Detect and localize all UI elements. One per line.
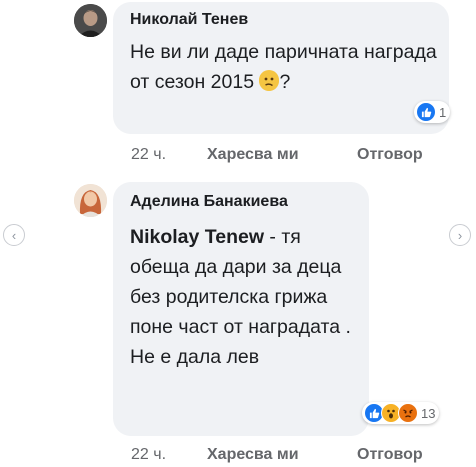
confused-face-icon [259,70,280,91]
mention-link[interactable]: Nikolay Tenew [130,226,264,248]
like-icon [416,102,436,122]
comment-author[interactable]: Аделина Банакиева [130,193,288,211]
comment-timestamp[interactable]: 22 ч. [131,446,166,464]
comment-text: Не ви ли даде паричната награда от сезон… [130,37,440,97]
comment-text-part: ? [279,71,291,93]
comment-author[interactable]: Николай Тенев [130,11,248,29]
like-button-label: Харесва ми [207,146,299,163]
next-image-button[interactable]: › [449,224,471,246]
comment-timestamp[interactable]: 22 ч. [131,146,166,164]
user-photo-icon [74,4,107,37]
reply-button[interactable]: Отговор [357,146,423,164]
user-photo-icon [74,184,107,217]
reply-button[interactable]: Отговор [357,446,423,464]
reply-button-label: Отговор [357,146,423,163]
avatar[interactable] [74,4,107,37]
reactions-count: 13 [421,405,436,421]
like-button[interactable]: Харесва ми [207,446,299,464]
reactions-summary[interactable]: 13 [362,402,440,424]
chevron-right-icon: › [457,227,463,243]
chevron-left-icon: ‹ [11,227,17,243]
like-button[interactable]: Харесва ми [207,146,299,164]
angry-icon [398,403,418,423]
comment-text: Nikolay Tenew - тя обеща да дари за деца… [130,222,360,372]
reactions-summary[interactable]: 1 [414,101,451,123]
reply-button-label: Отговор [357,446,423,463]
like-button-label: Харесва ми [207,446,299,463]
avatar[interactable] [74,184,107,217]
previous-image-button[interactable]: ‹ [3,224,25,246]
reactions-count: 1 [439,104,447,120]
